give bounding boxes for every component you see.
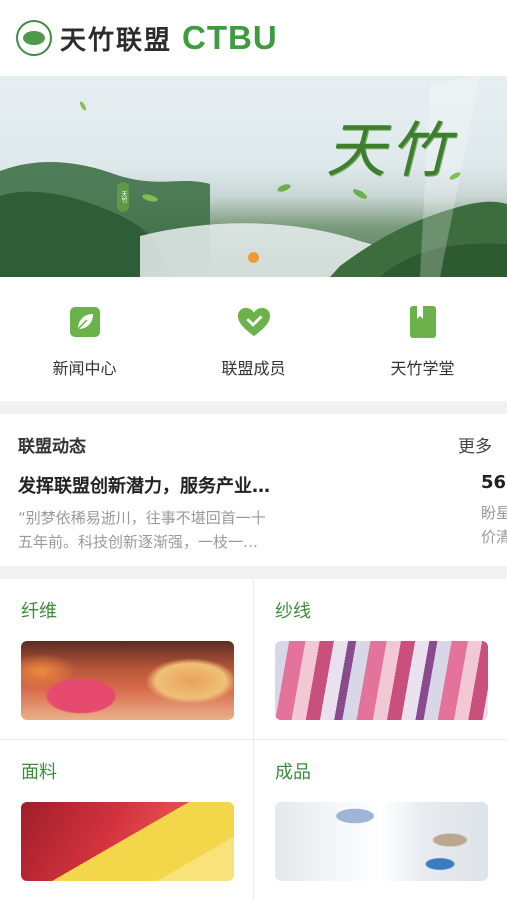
app-screen: 天竹联盟 CTBU 天竹 天竹 新闻中心 联盟成员 天竹学堂 联盟动态 更多 发… <box>0 0 507 900</box>
news-card-summary: “别梦依稀易逝川，往事不堪回首一十 五年前。科技创新逐渐强，一枝一… <box>18 506 458 554</box>
category-fabric-label: 面料 <box>21 762 57 783</box>
quick-nav: 新闻中心 联盟成员 天竹学堂 <box>0 277 507 401</box>
news-card[interactable]: 56 盼星 价清 <box>481 472 507 549</box>
category-finished-product-label: 成品 <box>275 762 311 783</box>
alliance-news-section: 联盟动态 更多 发挥联盟创新潜力，服务产业… “别梦依稀易逝川，往事不堪回首一十… <box>0 414 507 566</box>
news-card[interactable]: 发挥联盟创新潜力，服务产业… “别梦依稀易逝川，往事不堪回首一十 五年前。科技创… <box>18 472 458 554</box>
category-fabric-image <box>21 802 234 881</box>
nav-news-center[interactable]: 新闻中心 <box>0 277 169 401</box>
category-fiber-image <box>21 641 234 720</box>
news-more-link[interactable]: 更多 <box>458 432 492 457</box>
nav-tianzhu-academy-label: 天竹学堂 <box>390 359 455 378</box>
category-yarn-label: 纱线 <box>275 601 311 622</box>
banner-seal-stamp: 天竹 <box>117 182 129 212</box>
book-icon <box>406 305 440 339</box>
heart-icon <box>237 305 271 339</box>
nav-alliance-members-label: 联盟成员 <box>221 359 286 378</box>
nav-alliance-members[interactable]: 联盟成员 <box>169 277 338 401</box>
news-card-title: 发挥联盟创新潜力，服务产业… <box>18 476 270 497</box>
banner-title: 天竹 <box>326 116 454 186</box>
category-fabric[interactable]: 面料 <box>0 740 253 900</box>
category-finished-product-image <box>275 802 488 881</box>
news-card-summary-line: 盼星 <box>481 504 507 522</box>
app-header: 天竹联盟 CTBU <box>0 0 507 76</box>
alliance-logo-icon <box>16 20 52 56</box>
news-card-title: 56 <box>481 472 507 493</box>
category-fiber-label: 纤维 <box>21 601 57 622</box>
news-card-summary-line: 价清 <box>481 528 507 546</box>
news-card-summary-line: “别梦依稀易逝川，往事不堪回首一十 <box>18 509 266 527</box>
logo-chinese-text: 天竹联盟 <box>60 25 173 56</box>
category-yarn[interactable]: 纱线 <box>254 579 507 739</box>
leaf-icon <box>68 305 102 339</box>
news-card-summary-line: 五年前。科技创新逐渐强，一枝一… <box>18 533 259 551</box>
category-finished-product[interactable]: 成品 <box>254 740 507 900</box>
news-card-summary: 盼星 价清 <box>481 501 507 549</box>
nav-tianzhu-academy[interactable]: 天竹学堂 <box>338 277 507 401</box>
news-section-header: 联盟动态 更多 <box>18 432 492 457</box>
category-fiber[interactable]: 纤维 <box>0 579 253 739</box>
category-yarn-image <box>275 641 488 720</box>
carousel-indicator-dot[interactable] <box>248 252 259 263</box>
news-section-title: 联盟动态 <box>18 437 86 457</box>
category-grid: 纤维 纱线 面料 成品 <box>0 579 507 900</box>
nav-news-center-label: 新闻中心 <box>52 359 117 378</box>
logo-english-text: CTBU <box>182 19 278 56</box>
banner-carousel[interactable]: 天竹 天竹 <box>0 76 507 277</box>
